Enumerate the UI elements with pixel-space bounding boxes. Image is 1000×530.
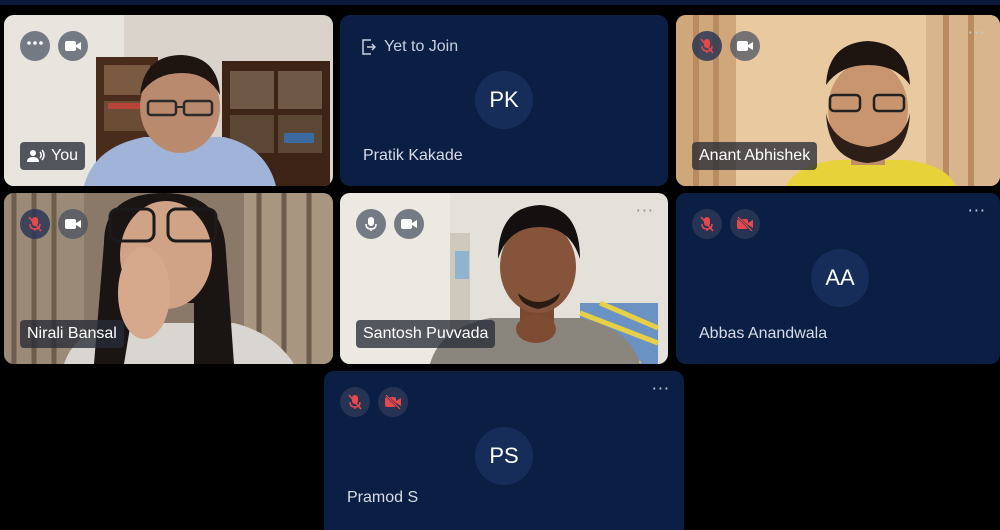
tile-controls xyxy=(20,31,88,61)
camera-icon[interactable] xyxy=(58,31,88,61)
participant-tile-nirali[interactable]: Nirali Bansal xyxy=(4,193,333,364)
more-options-icon[interactable]: ··· xyxy=(968,203,986,219)
mic-muted-icon xyxy=(20,209,50,239)
tile-controls xyxy=(356,209,424,239)
avatar: PK xyxy=(475,71,533,129)
mic-icon xyxy=(356,209,386,239)
participant-tile-pramod[interactable]: ··· PS Pramod S xyxy=(324,371,684,530)
tile-controls xyxy=(692,31,760,61)
more-options-icon[interactable]: ··· xyxy=(636,203,654,219)
participant-tile-you[interactable]: You xyxy=(4,15,333,186)
participant-tile-pratik[interactable]: Yet to Join PK Pratik Kakade xyxy=(340,15,668,186)
yet-to-join-status: Yet to Join xyxy=(362,35,458,59)
top-bar xyxy=(0,0,1000,5)
speaker-icon xyxy=(27,149,45,162)
more-options-icon[interactable]: ··· xyxy=(968,25,986,41)
participant-name: Pramod S xyxy=(347,489,419,506)
mic-muted-icon xyxy=(340,387,370,417)
participant-tile-santosh[interactable]: ··· Santosh Puvvada xyxy=(340,193,668,364)
exit-door-icon xyxy=(362,39,376,55)
mic-muted-icon xyxy=(692,209,722,239)
avatar: AA xyxy=(811,249,869,307)
more-dots-icon[interactable] xyxy=(20,31,50,61)
mic-muted-icon xyxy=(692,31,722,61)
camera-icon xyxy=(730,31,760,61)
tile-controls xyxy=(340,387,408,417)
camera-icon xyxy=(394,209,424,239)
participant-name: You xyxy=(20,142,85,170)
participant-name: Santosh Puvvada xyxy=(356,320,496,348)
more-options-icon[interactable]: ··· xyxy=(652,381,670,397)
tile-controls xyxy=(692,209,760,239)
participant-tile-abbas[interactable]: ··· AA Abbas Anandwala xyxy=(676,193,1000,364)
participant-name: Pratik Kakade xyxy=(363,147,463,164)
camera-off-icon xyxy=(730,209,760,239)
tile-controls xyxy=(20,209,88,239)
camera-icon xyxy=(58,209,88,239)
participant-name: Nirali Bansal xyxy=(20,320,124,348)
participant-name: Abbas Anandwala xyxy=(699,325,828,342)
participant-tile-anant[interactable]: ··· Anant Abhishek xyxy=(676,15,1000,186)
participant-name: Anant Abhishek xyxy=(692,142,818,170)
avatar: PS xyxy=(475,427,533,485)
camera-off-icon xyxy=(378,387,408,417)
